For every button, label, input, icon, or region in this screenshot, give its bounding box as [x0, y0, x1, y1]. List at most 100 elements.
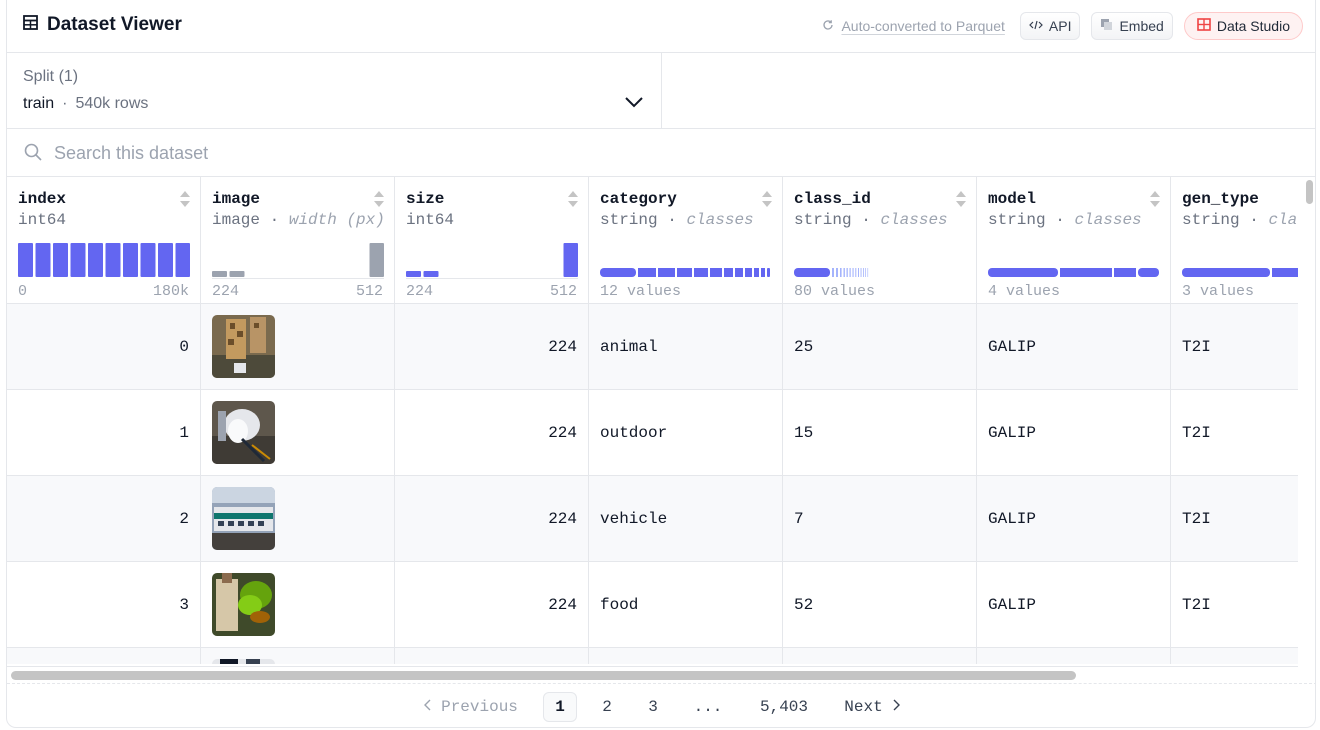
value-count: 80 values	[794, 283, 876, 300]
api-button[interactable]: API	[1019, 12, 1081, 40]
column-type: string · classes	[1182, 211, 1298, 229]
cell-gen-type: T2I	[1171, 562, 1298, 648]
sort-icon[interactable]	[955, 190, 967, 213]
column-header-model[interactable]: model string · classes 4 values	[977, 177, 1171, 304]
api-label: API	[1048, 18, 1072, 34]
page-label: 2	[602, 698, 612, 716]
header-actions: Auto-converted to Parquet API Embed Data…	[822, 12, 1303, 40]
cell-value: food	[600, 596, 639, 614]
image-thumbnail[interactable]	[212, 401, 275, 464]
column-header-size[interactable]: size int64 224 512	[395, 177, 589, 304]
data-studio-button[interactable]: Data Studio	[1183, 12, 1303, 40]
previous-label: Previous	[441, 698, 518, 716]
column-type-hint: classes	[686, 211, 754, 229]
column-type: int64	[406, 211, 454, 229]
column-header-gen-type[interactable]: gen_type string · classes 3 values	[1171, 177, 1298, 304]
range-max: 512	[355, 283, 383, 300]
horizontal-scroll-thumb[interactable]	[11, 671, 1076, 680]
page-button[interactable]: 5,403	[752, 692, 816, 722]
type-separator: ·	[1055, 211, 1065, 229]
cell-value: 25	[794, 338, 814, 356]
image-thumbnail[interactable]	[212, 487, 275, 550]
column-type: string · classes	[794, 211, 948, 229]
table-row[interactable]	[7, 648, 1298, 664]
cell-image	[201, 476, 395, 562]
grid-icon	[1197, 18, 1211, 34]
previous-button[interactable]: Previous	[419, 692, 523, 722]
cell-value: 0	[179, 338, 189, 356]
histogram-size	[406, 243, 578, 277]
chevron-down-icon[interactable]	[624, 95, 644, 114]
table-row[interactable]: 2 224 vehicle 7 GALIP T2I	[7, 476, 1298, 562]
column-header-index[interactable]: index int64 0 180k	[7, 177, 201, 304]
column-header-category[interactable]: category string · classes 12 values	[589, 177, 783, 304]
cell-index: 2	[7, 476, 201, 562]
embed-button[interactable]: Embed	[1091, 12, 1173, 40]
column-type-hint: classes	[1268, 211, 1298, 229]
cell-value: animal	[600, 338, 658, 356]
image-thumbnail[interactable]	[212, 315, 275, 378]
cell-category: vehicle	[589, 476, 783, 562]
page-button-current[interactable]: 1	[543, 692, 577, 722]
cell-value: 224	[548, 424, 577, 442]
column-type-label: int64	[406, 211, 455, 229]
cell-size	[395, 648, 589, 664]
range-min: 224	[406, 283, 434, 300]
viewer-header: Dataset Viewer Auto-converted to Parquet…	[7, 0, 1315, 53]
parquet-link[interactable]: Auto-converted to Parquet	[822, 18, 1005, 34]
split-selector[interactable]: Split (1) train · 540k rows	[7, 53, 662, 128]
sort-icon[interactable]	[179, 190, 191, 213]
column-name: image	[212, 190, 261, 208]
cell-index: 0	[7, 304, 201, 390]
type-separator: ·	[667, 211, 677, 229]
column-type: image · width (px)	[212, 211, 385, 229]
cell-image	[201, 562, 395, 648]
horizontal-scrollbar[interactable]	[7, 666, 1298, 682]
column-type-label: image	[212, 211, 261, 229]
cell-model: GALIP	[977, 562, 1171, 648]
cell-image	[201, 390, 395, 476]
cell-value: 7	[794, 510, 804, 528]
column-header-class-id[interactable]: class_id string · classes 80 values	[783, 177, 977, 304]
sort-icon[interactable]	[567, 190, 579, 213]
giraffe-image	[212, 315, 275, 378]
sort-icon[interactable]	[761, 190, 773, 213]
type-separator: ·	[861, 211, 871, 229]
table-row[interactable]: 3 224 food 52 GALIP T2I	[7, 562, 1298, 648]
next-button[interactable]: Next	[837, 692, 907, 722]
sort-icon[interactable]	[373, 190, 385, 213]
image-thumbnail[interactable]	[212, 659, 275, 664]
cell-value: 1	[179, 424, 189, 442]
range-min: 0	[18, 283, 28, 300]
column-type: string · classes	[600, 211, 754, 229]
refresh-icon	[822, 18, 834, 34]
cell-value: GALIP	[988, 338, 1037, 356]
cell-value: T2I	[1182, 338, 1211, 356]
column-type-label: string	[1182, 211, 1240, 229]
column-header-image[interactable]: image image · width (px) 224 512	[201, 177, 395, 304]
vertical-scrollbar[interactable]	[1304, 177, 1315, 664]
table-row[interactable]: 0 224 animal 25 GALIP T2I	[7, 304, 1298, 390]
cell-value: T2I	[1182, 510, 1211, 528]
cell-category: animal	[589, 304, 783, 390]
vertical-scroll-thumb[interactable]	[1306, 180, 1313, 204]
table-row[interactable]: 1 224 outdoor 15 GALIP T2I	[7, 390, 1298, 476]
cell-value: 224	[548, 338, 577, 356]
page-button[interactable]: 3	[636, 692, 670, 722]
sort-icon[interactable]	[1149, 190, 1161, 213]
cell-size: 224	[395, 304, 589, 390]
page-label: ...	[693, 698, 723, 716]
divider	[7, 683, 1315, 684]
cell-gen-type	[1171, 648, 1298, 664]
cell-image	[201, 304, 395, 390]
column-name: gen_type	[1182, 190, 1259, 208]
embed-label: Embed	[1119, 18, 1164, 34]
cell-class-id: 15	[783, 390, 977, 476]
search-input[interactable]	[54, 139, 654, 167]
search-bar	[7, 129, 1315, 177]
cell-index: 3	[7, 562, 201, 648]
code-icon	[1029, 18, 1043, 34]
page-label: 3	[648, 698, 658, 716]
page-button[interactable]: 2	[590, 692, 624, 722]
image-thumbnail[interactable]	[212, 573, 275, 636]
